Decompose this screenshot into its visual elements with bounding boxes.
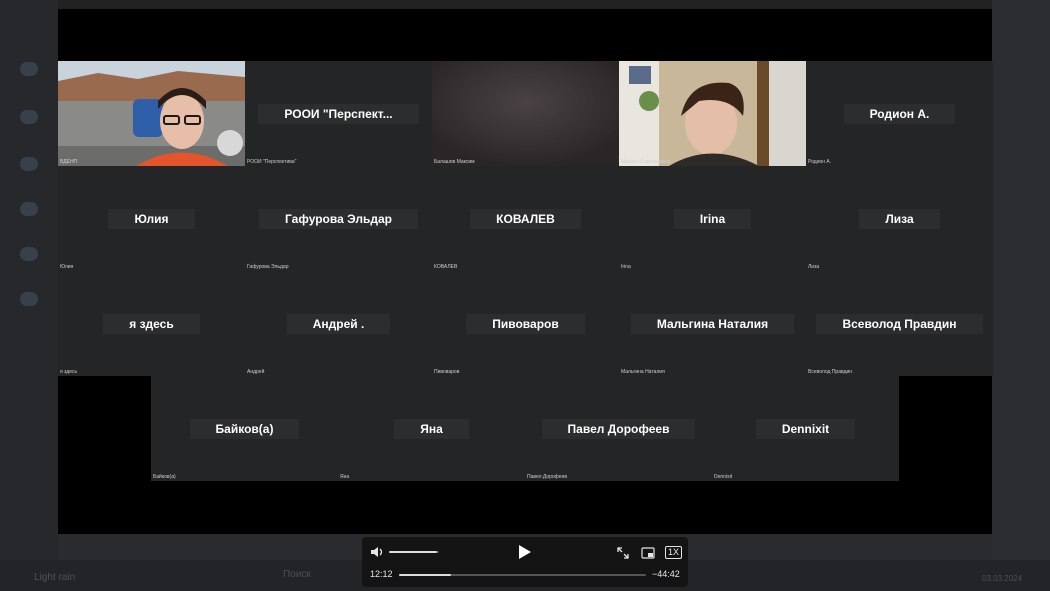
participant-name: Юлия [58, 208, 245, 229]
video-player-area[interactable]: ВДЕНП РООИ "Перспект... РООИ "Перспектив… [58, 9, 993, 534]
participant-name: Родион А. [806, 103, 993, 124]
participant-name: Пивоваров [432, 313, 619, 334]
participant-tile: Павел Дорофеев Павел Дорофеев [525, 376, 712, 481]
participant-tile: Пивоваров Пивоваров [432, 271, 619, 376]
current-time: 12:12 [370, 569, 393, 579]
participant-tile: КОВАЛЕВ КОВАЛЕВ [432, 166, 619, 271]
participant-label: Гафурова Эльдар [247, 264, 289, 270]
participant-name: Байков(а) [151, 418, 338, 439]
participant-label: Байков(а) [153, 474, 176, 480]
picture-in-picture-icon[interactable] [641, 546, 655, 564]
participant-label: РООИ "Перспектива" [247, 159, 297, 165]
participant-name: Гафурова Эльдар [245, 208, 432, 229]
participant-tile: Родион А. Родион А. [806, 61, 993, 166]
participant-label: Irina [621, 264, 631, 270]
participant-tile: Яна Яна [338, 376, 525, 481]
player-controls: 1X 12:12 −44:42 [362, 537, 688, 587]
participant-tile: ВДЕНП [58, 61, 245, 166]
participant-label: Родион А. [808, 159, 832, 165]
taskbar-search-text: Поиск [283, 569, 311, 580]
participant-tile: Dennixit Dennixit [712, 376, 899, 481]
participant-tile: Юлия Юлия [58, 166, 245, 271]
background-chat-item [12, 60, 46, 90]
participant-label: Балашов Максим [434, 159, 475, 165]
participant-name: я здесь [58, 313, 245, 334]
participant-tile: Лиза Лиза [806, 166, 993, 271]
participant-tile: я здесь я здесь [58, 271, 245, 376]
participant-tile: РООИ "Перспект... РООИ "Перспектива" [245, 61, 432, 166]
participant-label: Андрей [247, 369, 265, 375]
participant-label: Мальгина Наталия [621, 369, 665, 375]
taskbar-date: 03.03.2024 [982, 574, 1023, 583]
participant-tile: Гафурова Эльдар Гафурова Эльдар [245, 166, 432, 271]
participant-name: Dennixit [712, 418, 899, 439]
participant-label: Dennixit [714, 474, 733, 480]
participant-camera-video [619, 61, 806, 166]
participant-tile: Байков(а) Байков(а) [151, 376, 338, 481]
background-chat-item [12, 245, 46, 275]
participant-name: Мальгина Наталия [619, 313, 806, 334]
participant-label: Яна [340, 474, 350, 480]
background-chat-item [12, 290, 46, 320]
participant-name: Павел Дорофеев [525, 418, 712, 439]
fullscreen-icon[interactable] [617, 546, 629, 564]
participant-tile: Михаил Стрельников [619, 61, 806, 166]
participant-name: Лиза [806, 208, 993, 229]
participant-label: Всеволод Правдин [808, 369, 853, 375]
participant-label: я здесь [60, 369, 78, 375]
participant-name: РООИ "Перспект... [245, 103, 432, 124]
background-chat-item [12, 108, 46, 138]
participant-name: Яна [338, 418, 525, 439]
participant-tile: Андрей . Андрей [245, 271, 432, 376]
participant-label: Юлия [60, 264, 74, 270]
participant-name: КОВАЛЕВ [432, 208, 619, 229]
participant-label: Пивоваров [434, 369, 460, 375]
remaining-time: −44:42 [652, 569, 680, 579]
participant-label: ВДЕНП [60, 159, 78, 165]
weather-text: Light rain [34, 572, 76, 583]
participant-name: Всеволод Правдин [806, 313, 993, 334]
participant-camera-video [432, 61, 619, 166]
participant-name: Irina [619, 208, 806, 229]
background-chat-item [12, 155, 46, 185]
background-sidebar [0, 0, 58, 591]
participant-tile: Irina Irina [619, 166, 806, 271]
participant-label: КОВАЛЕВ [434, 264, 458, 270]
participant-camera-video [58, 61, 245, 166]
background-right-panel [992, 0, 1050, 591]
participant-label: Михаил Стрельников [621, 159, 671, 165]
participant-label: Лиза [808, 264, 820, 270]
participant-tile: Балашов Максим [432, 61, 619, 166]
volume-slider-level [389, 551, 437, 553]
playback-speed-button[interactable]: 1X [665, 546, 683, 559]
seek-bar-progress [399, 574, 451, 576]
volume-icon[interactable] [370, 545, 384, 563]
background-top-bar [0, 0, 1050, 9]
participant-tile: Всеволод Правдин Всеволод Правдин [806, 271, 993, 376]
participant-label: Павел Дорофеев [527, 474, 568, 480]
participant-name: Андрей . [245, 313, 432, 334]
background-chat-item [12, 200, 46, 230]
play-icon[interactable] [518, 544, 532, 565]
participant-tile: Мальгина Наталия Мальгина Наталия [619, 271, 806, 376]
